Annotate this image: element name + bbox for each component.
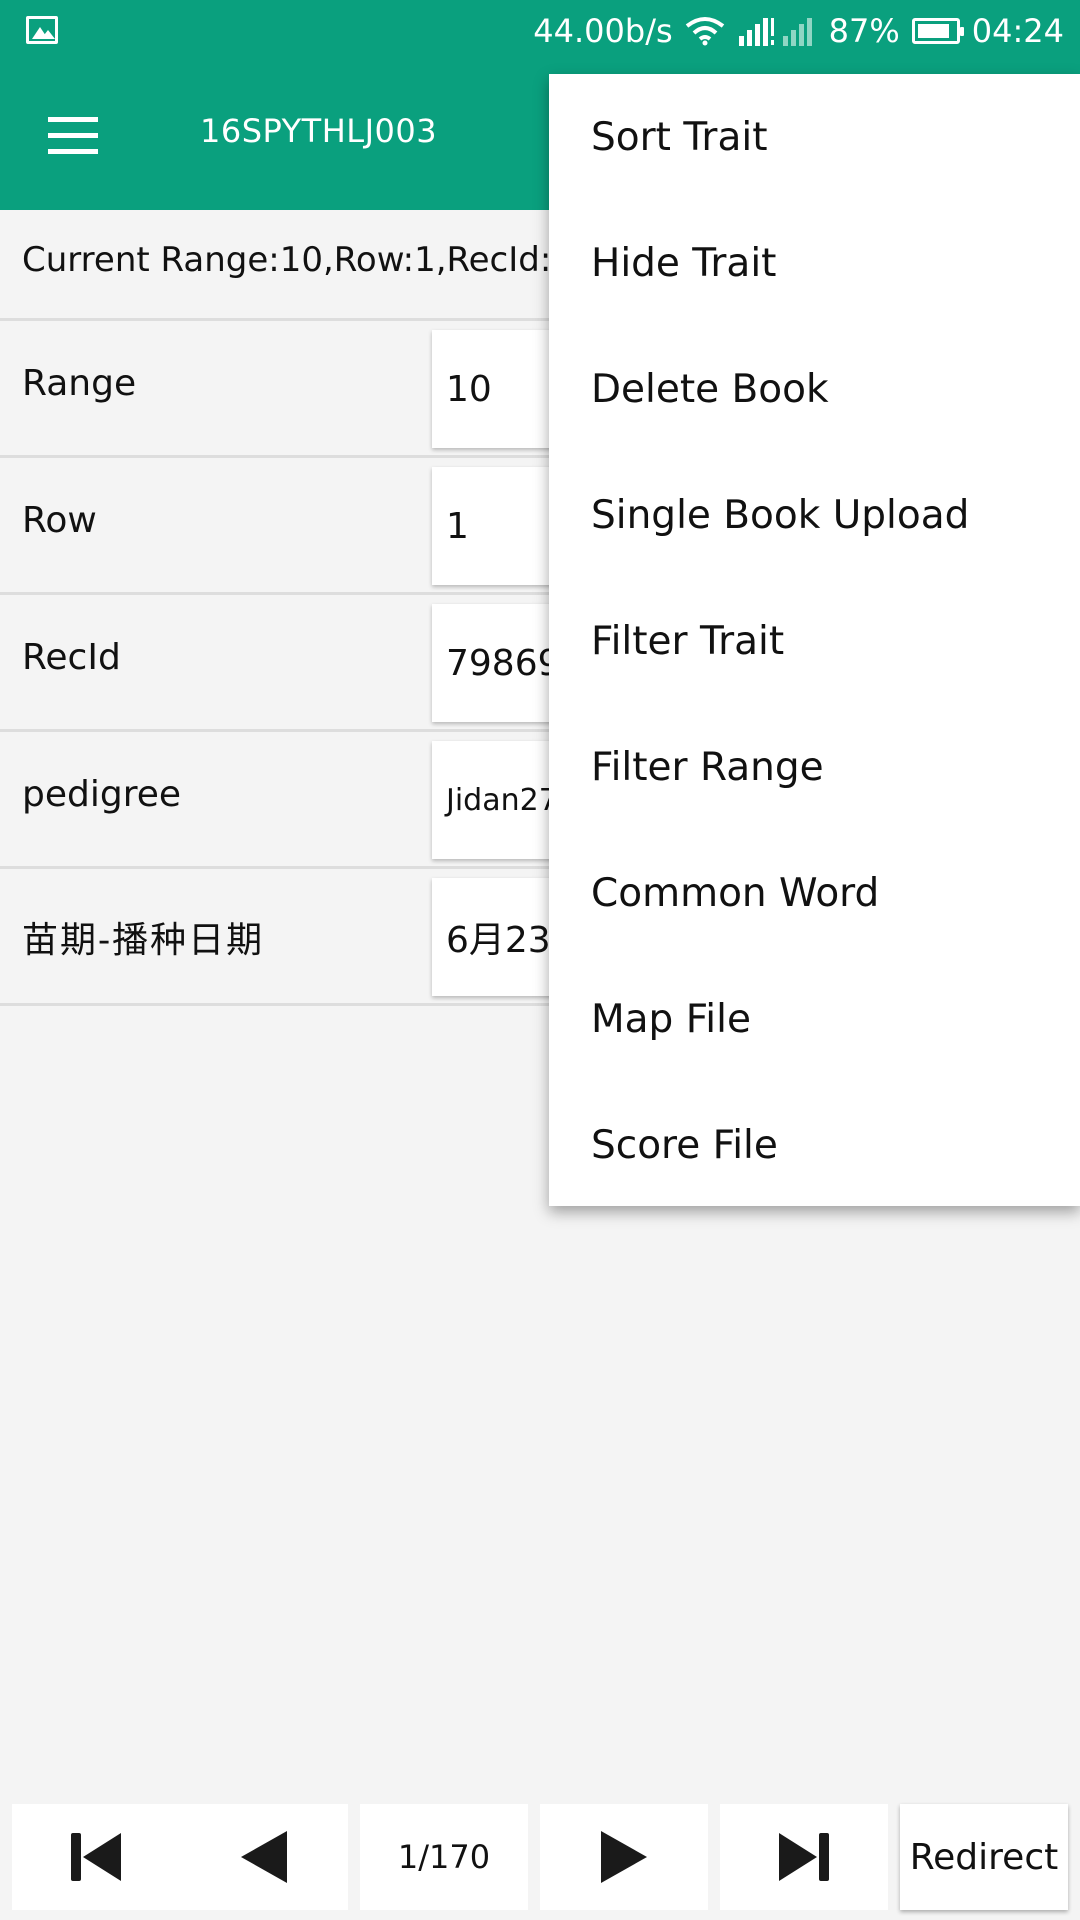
image-notification-icon [26, 16, 58, 44]
status-bar-right: 44.00b/s 87% 04:24 [533, 10, 1064, 52]
network-speed: 44.00b/s [533, 12, 673, 50]
menu-item-hide-trait[interactable]: Hide Trait [549, 200, 1080, 326]
menu-item-filter-range[interactable]: Filter Range [549, 704, 1080, 830]
skip-last-icon [779, 1833, 829, 1881]
field-label: RecId [22, 637, 121, 678]
status-time: 04:24 [971, 12, 1064, 50]
menu-item-filter-trait[interactable]: Filter Trait [549, 578, 1080, 704]
menu-item-map-file[interactable]: Map File [549, 956, 1080, 1082]
hamburger-menu-icon[interactable] [48, 117, 98, 155]
redirect-button[interactable]: Redirect [900, 1804, 1068, 1910]
battery-icon [911, 18, 964, 44]
menu-item-score-file[interactable]: Score File [549, 1082, 1080, 1208]
previous-icon [241, 1831, 287, 1883]
battery-level [917, 24, 950, 38]
next-page-button[interactable] [540, 1804, 708, 1910]
field-label: Row [22, 500, 97, 541]
bottom-nav-bar: 1/170 Redirect [0, 1800, 1080, 1920]
overflow-menu: Sort Trait Hide Trait Delete Book Single… [549, 74, 1080, 1206]
status-bar: 44.00b/s 87% 04:24 [0, 0, 1080, 62]
field-label: Range [22, 363, 137, 404]
signal-icon [738, 18, 812, 46]
next-icon [601, 1831, 647, 1883]
first-page-button[interactable] [12, 1804, 180, 1910]
wifi-icon [685, 17, 724, 46]
menu-item-common-word[interactable]: Common Word [549, 830, 1080, 956]
app-bar-title: 16SPYTHLJ003 [200, 112, 438, 150]
skip-first-icon [71, 1833, 121, 1881]
menu-item-delete-book[interactable]: Delete Book [549, 326, 1080, 452]
battery-percent: 87% [828, 12, 900, 50]
page-indicator: 1/170 [360, 1804, 528, 1910]
menu-item-sort-trait[interactable]: Sort Trait [549, 74, 1080, 200]
field-label: pedigree [22, 774, 182, 815]
menu-item-single-book-upload[interactable]: Single Book Upload [549, 452, 1080, 578]
previous-page-button[interactable] [180, 1804, 348, 1910]
field-label: 苗期-播种日期 [22, 920, 265, 961]
last-page-button[interactable] [720, 1804, 888, 1910]
